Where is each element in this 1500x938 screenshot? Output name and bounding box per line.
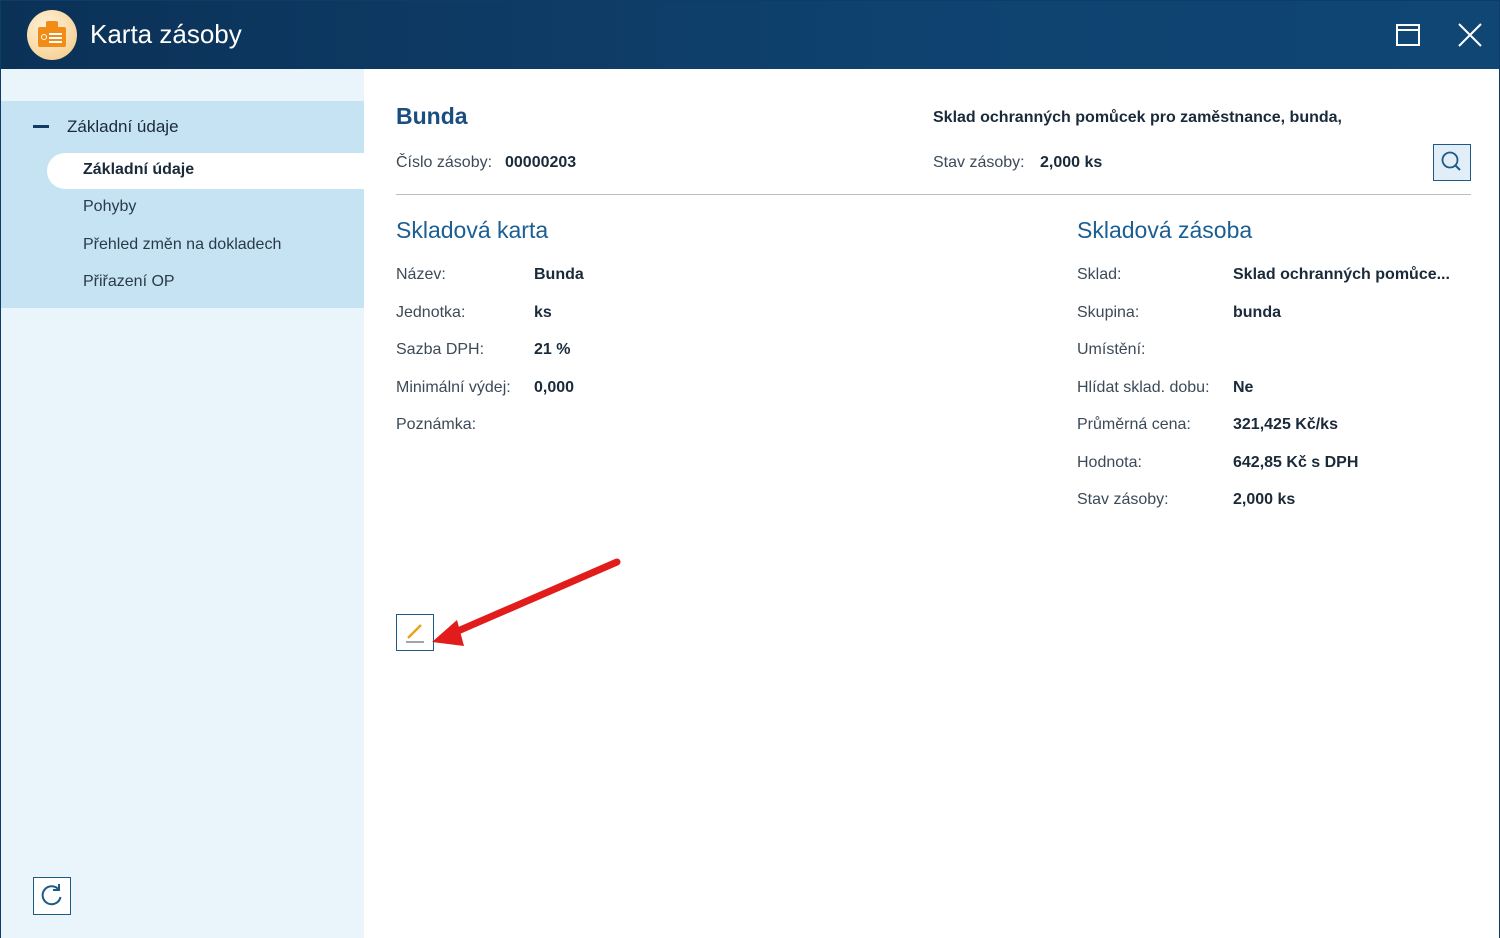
sidebar-item-basic-info[interactable]: Základní údaje bbox=[47, 153, 364, 189]
window-title: Karta zásoby bbox=[90, 19, 242, 49]
sidebar-item-op-assignment[interactable]: Přiřazení OP bbox=[47, 265, 364, 301]
stock-level-value: 2,000 ks bbox=[1040, 154, 1103, 171]
stock-value-label: Hodnota: bbox=[1077, 454, 1142, 471]
main-panel: Bunda Sklad ochranných pomůcek pro zaměs… bbox=[364, 69, 1499, 938]
stock-warehouse-value: Sklad ochranných pomůce... bbox=[1233, 266, 1450, 283]
refresh-button[interactable] bbox=[33, 877, 71, 915]
card-vat-value: 21 % bbox=[534, 341, 571, 358]
inventory-box-icon bbox=[27, 10, 77, 60]
navigation-tree: Základní údaje Základní údaje Pohyby Pře… bbox=[1, 101, 364, 308]
item-number-value: 00000203 bbox=[505, 154, 577, 171]
stock-value-value: 642,85 Kč s DPH bbox=[1233, 454, 1359, 471]
maximize-button[interactable] bbox=[1392, 19, 1424, 51]
item-name-heading: Bunda bbox=[396, 103, 468, 129]
stock-group-label: Skupina: bbox=[1077, 304, 1140, 321]
stock-watch-period-label: Hlídat sklad. dobu: bbox=[1077, 379, 1210, 396]
sidebar-item-document-changes[interactable]: Přehled změn na dokladech bbox=[47, 228, 364, 264]
search-button[interactable] bbox=[1433, 144, 1471, 181]
search-icon bbox=[1441, 151, 1461, 171]
stock-average-price-value: 321,425 Kč/ks bbox=[1233, 416, 1338, 433]
sidebar-item-movements[interactable]: Pohyby bbox=[47, 190, 364, 226]
sidebar-item-label: Základní údaje bbox=[83, 161, 195, 178]
header-divider bbox=[396, 194, 1471, 195]
collapse-icon[interactable] bbox=[33, 125, 49, 128]
stock-watch-period-value: Ne bbox=[1233, 379, 1254, 396]
sidebar-item-label: Přehled změn na dokladech bbox=[83, 236, 282, 253]
card-note-label: Poznámka: bbox=[396, 416, 477, 433]
card-name-value: Bunda bbox=[534, 266, 584, 283]
close-button[interactable] bbox=[1454, 19, 1486, 51]
card-name-label: Název: bbox=[396, 266, 446, 283]
card-vat-label: Sazba DPH: bbox=[396, 341, 485, 358]
sidebar: Základní údaje Základní údaje Pohyby Pře… bbox=[1, 69, 364, 938]
tree-group-label: Základní údaje bbox=[67, 117, 179, 136]
pencil-edit-icon bbox=[406, 624, 424, 643]
stock-card-section-title: Skladová karta bbox=[396, 217, 549, 243]
item-number-label: Číslo zásoby: bbox=[396, 154, 493, 171]
stock-average-price-label: Průměrná cena: bbox=[1077, 416, 1191, 433]
title-bar: Karta zásoby bbox=[1, 1, 1499, 69]
stock-quantity-label: Stav zásoby: bbox=[1077, 491, 1169, 508]
card-unit-label: Jednotka: bbox=[396, 304, 466, 321]
stock-group-value: bunda bbox=[1233, 304, 1281, 321]
sidebar-item-label: Přiřazení OP bbox=[83, 273, 175, 290]
item-description: Sklad ochranných pomůcek pro zaměstnance… bbox=[933, 109, 1342, 126]
stock-location-label: Umístění: bbox=[1077, 341, 1146, 358]
card-unit-value: ks bbox=[534, 304, 552, 321]
stock-level-label: Stav zásoby: bbox=[933, 154, 1025, 171]
refresh-icon bbox=[41, 884, 62, 906]
maximize-icon bbox=[1396, 24, 1420, 46]
sidebar-item-label: Pohyby bbox=[83, 198, 137, 215]
stock-warehouse-label: Sklad: bbox=[1077, 266, 1122, 283]
stock-card-window: Karta zásoby Základní údaje Základní úda… bbox=[0, 0, 1500, 938]
stock-quantity-value: 2,000 ks bbox=[1233, 491, 1296, 508]
card-min-issue-value: 0,000 bbox=[534, 379, 575, 396]
stock-supply-section-title: Skladová zásoba bbox=[1077, 217, 1253, 243]
edit-button[interactable] bbox=[396, 614, 434, 651]
close-icon bbox=[1458, 23, 1482, 47]
card-min-issue-label: Minimální výdej: bbox=[396, 379, 511, 396]
tree-group-basic-info[interactable]: Základní údaje bbox=[1, 101, 364, 152]
